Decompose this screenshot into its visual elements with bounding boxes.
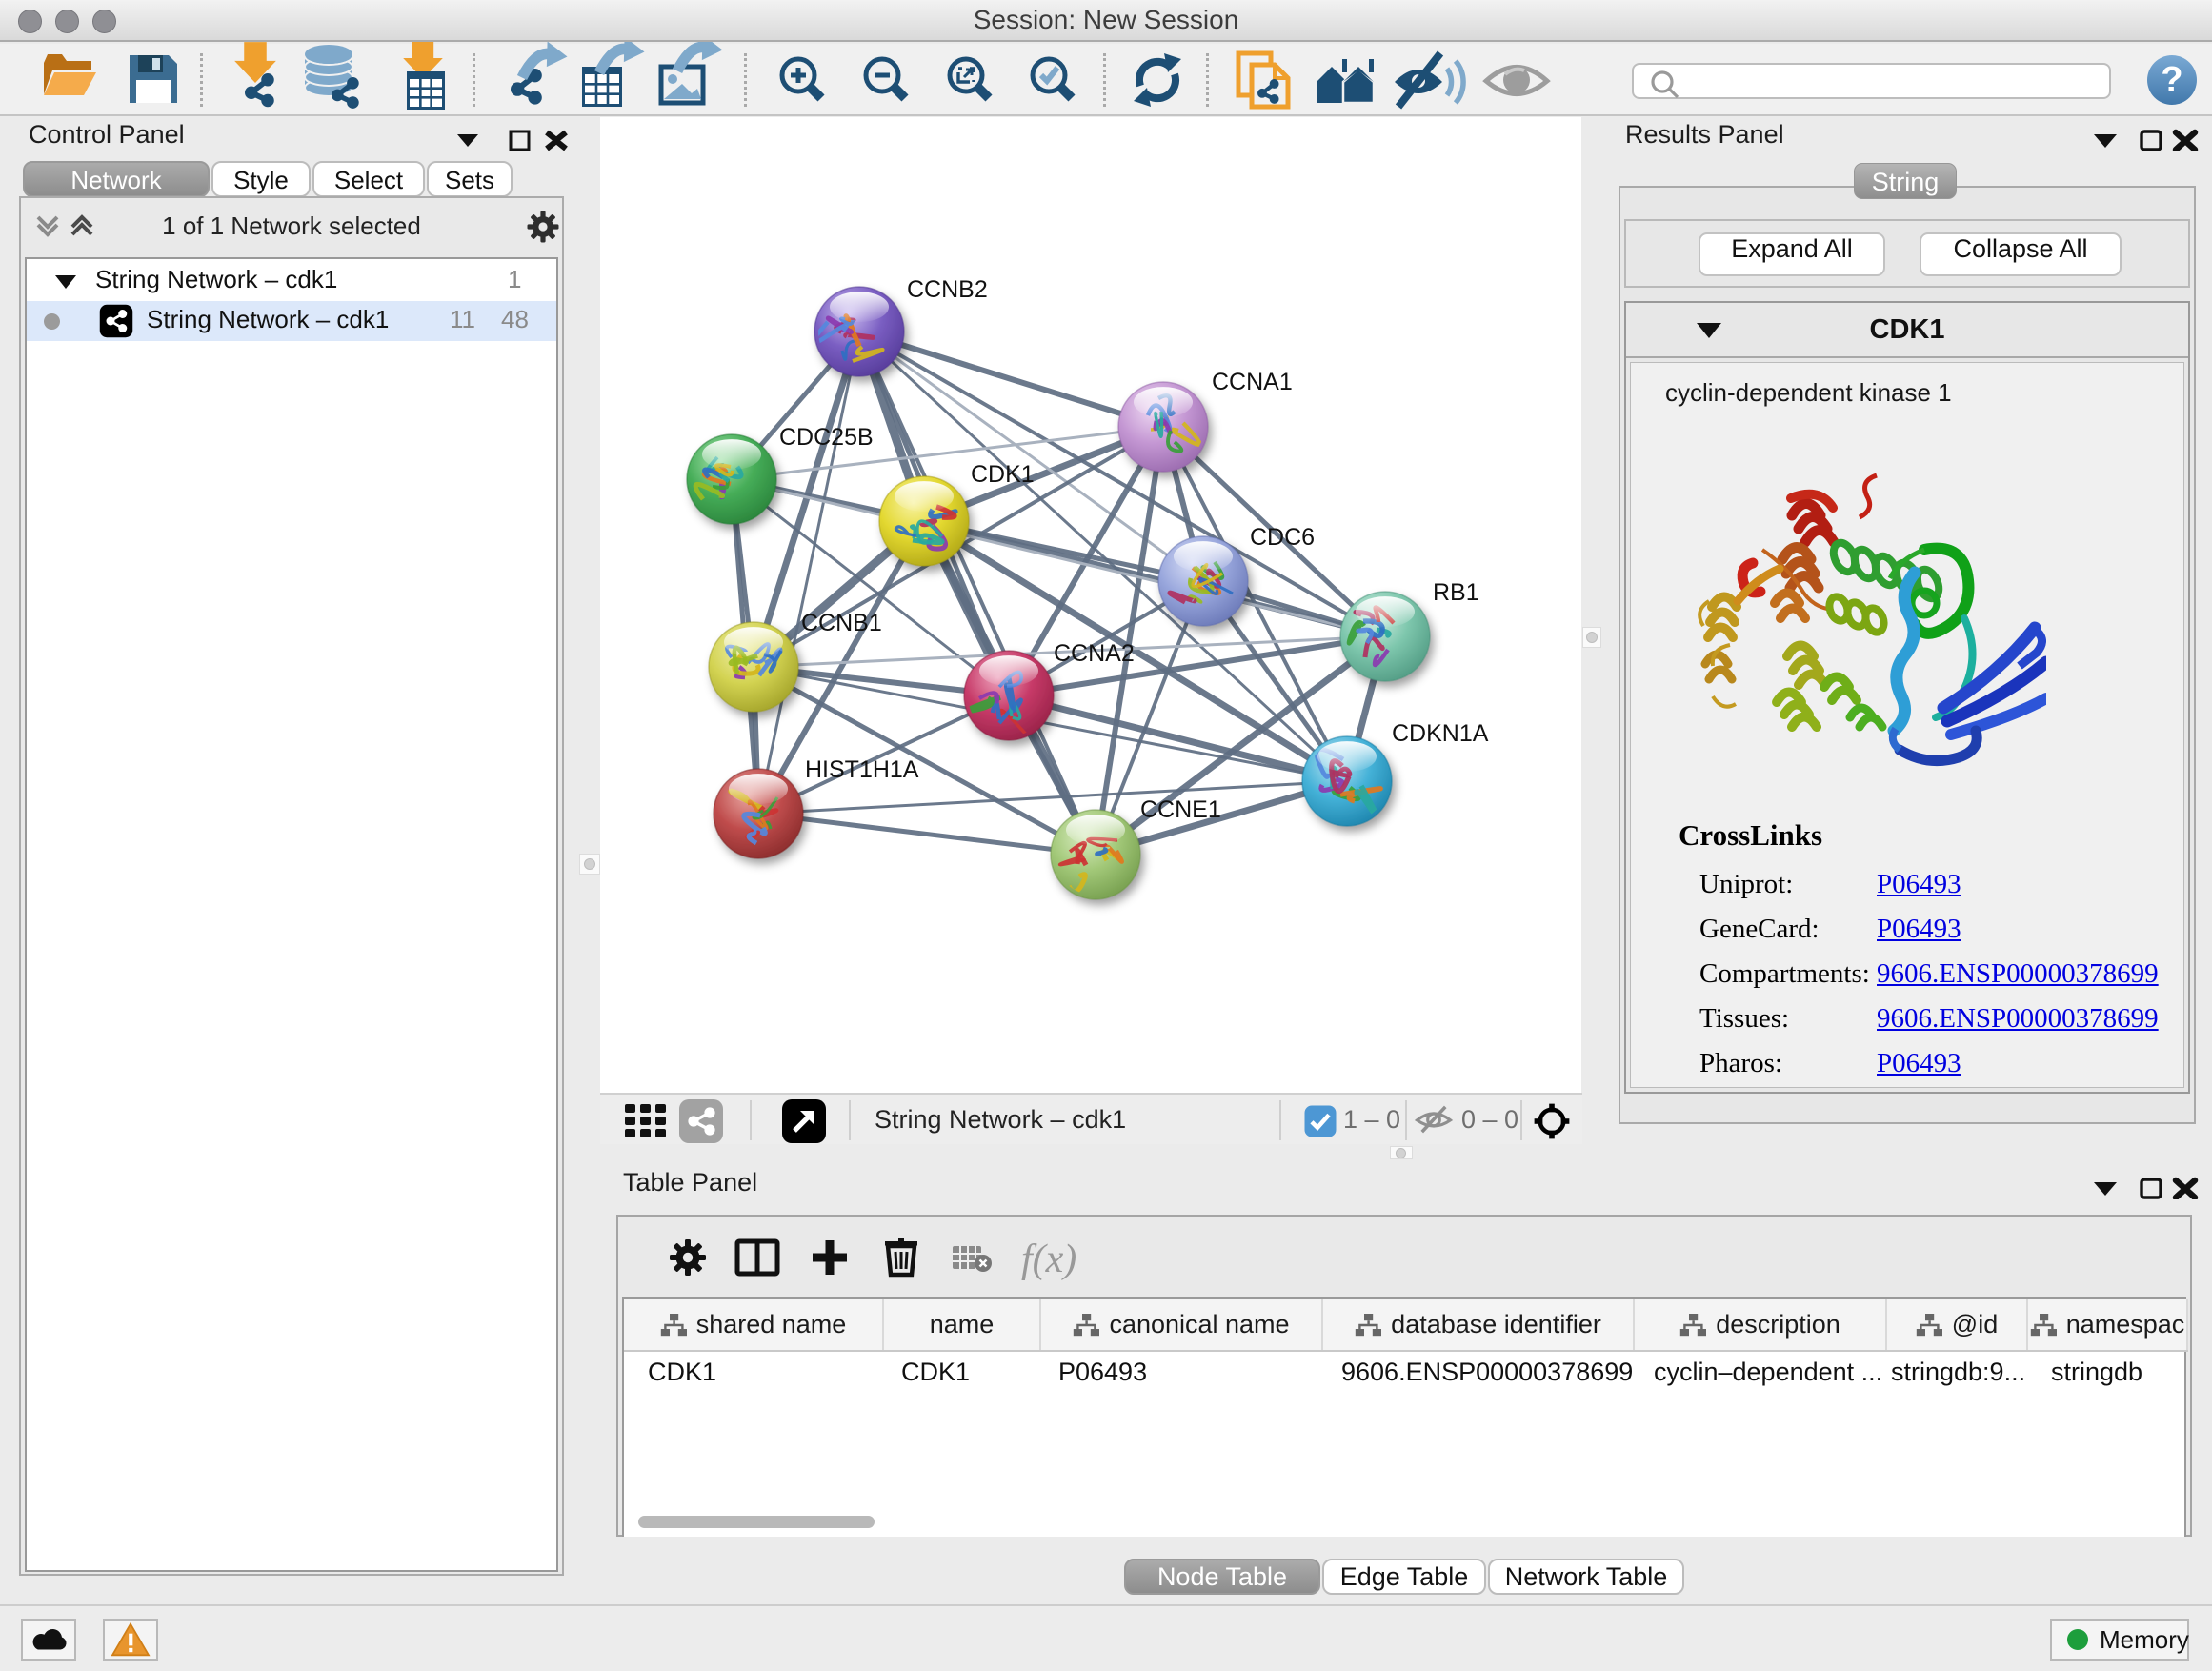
svg-text:f(x): f(x) (1021, 1238, 1076, 1281)
